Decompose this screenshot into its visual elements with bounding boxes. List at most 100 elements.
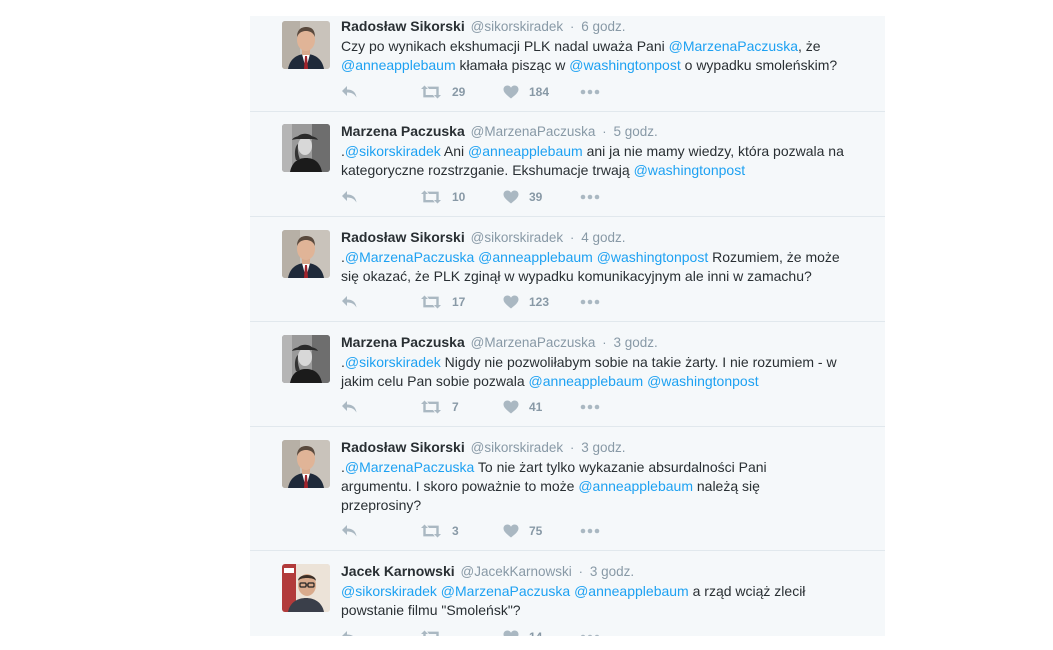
avatar-sikorski[interactable] (282, 440, 330, 488)
retweet-button[interactable] (420, 627, 452, 636)
more-button[interactable] (580, 82, 600, 102)
tweet[interactable]: Marzena Paczuska @MarzenaPaczuska · 3 go… (250, 322, 885, 427)
mention-link[interactable]: @anneapplebaum (468, 143, 583, 159)
mention-link[interactable]: @MarzenaPaczuska (345, 249, 474, 265)
retweet-button[interactable]: 10 (420, 187, 465, 207)
author-name[interactable]: Marzena Paczuska (341, 334, 465, 350)
avatar-paczuska[interactable] (282, 335, 330, 383)
like-button[interactable]: 123 (503, 292, 549, 312)
mention-link[interactable]: @anneapplebaum (529, 373, 644, 389)
avatar-karnowski[interactable] (282, 564, 330, 612)
mention-link[interactable]: @sikorskiradek (345, 143, 441, 159)
author-name[interactable]: Radosław Sikorski (341, 229, 465, 245)
tweet-time[interactable]: 4 godz. (581, 230, 625, 245)
mention-link[interactable]: @anneapplebaum (574, 583, 689, 599)
more-button[interactable] (580, 187, 600, 207)
mention-link[interactable]: @anneapplebaum (341, 57, 456, 73)
tweet-text: .@sikorskiradek Ani @anneapplebaum ani j… (341, 142, 861, 180)
tweet-time[interactable]: 3 godz. (590, 564, 634, 579)
more-dots-icon (580, 404, 600, 410)
tweet-header: Radosław Sikorski @sikorskiradek · 3 god… (341, 439, 626, 455)
more-button[interactable] (580, 521, 600, 541)
separator-dot: · (578, 564, 583, 579)
author-handle[interactable]: @MarzenaPaczuska (471, 124, 596, 139)
avatar-sikorski[interactable] (282, 21, 330, 69)
author-name[interactable]: Marzena Paczuska (341, 123, 465, 139)
tweet-actions: 10 39 (341, 187, 641, 207)
author-handle[interactable]: @sikorskiradek (471, 19, 563, 34)
retweet-button[interactable]: 3 (420, 521, 459, 541)
tweet-time[interactable]: 3 godz. (581, 440, 625, 455)
tweet[interactable]: Jacek Karnowski @JacekKarnowski · 3 godz… (250, 551, 885, 636)
tweet-text: @sikorskiradek @MarzenaPaczuska @anneapp… (341, 582, 821, 620)
tweet-time[interactable]: 3 godz. (614, 335, 658, 350)
author-handle[interactable]: @MarzenaPaczuska (471, 335, 596, 350)
retweet-button[interactable]: 17 (420, 292, 465, 312)
retweet-button[interactable]: 29 (420, 82, 465, 102)
reply-button[interactable] (341, 521, 358, 541)
like-button[interactable]: 184 (503, 82, 549, 102)
reply-icon (341, 524, 358, 538)
reply-button[interactable] (341, 397, 358, 417)
retweet-count: 10 (452, 190, 466, 204)
tweet-actions: 17 123 (341, 292, 641, 312)
mention-link[interactable]: @washingtonpost (597, 249, 709, 265)
reply-button[interactable] (341, 292, 358, 312)
tweet[interactable]: Radosław Sikorski @sikorskiradek · 4 god… (250, 217, 885, 322)
reply-button[interactable] (341, 82, 358, 102)
reply-icon (341, 85, 358, 99)
mention-link[interactable]: @sikorskiradek (341, 583, 437, 599)
author-handle[interactable]: @JacekKarnowski (461, 564, 572, 579)
mention-link[interactable]: @MarzenaPaczuska (669, 38, 798, 54)
like-button[interactable]: 41 (503, 397, 542, 417)
tweet[interactable]: Radosław Sikorski @sikorskiradek · 6 god… (250, 16, 885, 112)
reply-button[interactable] (341, 627, 358, 636)
more-dots-icon (580, 89, 600, 95)
author-handle[interactable]: @sikorskiradek (471, 440, 563, 455)
mention-link[interactable]: @washingtonpost (647, 373, 759, 389)
separator-dot: · (569, 230, 575, 245)
tweet-text-segment: o wypadku smoleńskim? (680, 57, 838, 73)
like-count: 14 (529, 630, 542, 636)
mention-link[interactable]: @sikorskiradek (345, 354, 441, 370)
retweet-icon (420, 630, 442, 636)
avatar-paczuska[interactable] (282, 124, 330, 172)
author-handle[interactable]: @sikorskiradek (471, 230, 563, 245)
tweet-actions: 7 41 (341, 397, 641, 417)
tweet-time[interactable]: 6 godz. (581, 19, 625, 34)
tweet-text: .@sikorskiradek Nigdy nie pozwoliłabym s… (341, 353, 861, 391)
mention-link[interactable]: @MarzenaPaczuska (441, 583, 570, 599)
tweet-header: Radosław Sikorski @sikorskiradek · 6 god… (341, 18, 626, 34)
reply-icon (341, 190, 358, 204)
like-button[interactable]: 39 (503, 187, 542, 207)
author-name[interactable]: Jacek Karnowski (341, 563, 455, 579)
tweet-time[interactable]: 5 godz. (614, 124, 658, 139)
separator-dot: · (569, 19, 575, 34)
more-button[interactable] (580, 627, 600, 636)
mention-link[interactable]: @anneapplebaum (578, 478, 693, 494)
tweet-header: Jacek Karnowski @JacekKarnowski · 3 godz… (341, 563, 634, 579)
author-name[interactable]: Radosław Sikorski (341, 18, 465, 34)
like-button[interactable]: 14 (503, 627, 542, 636)
author-name[interactable]: Radosław Sikorski (341, 439, 465, 455)
like-button[interactable]: 75 (503, 521, 542, 541)
tweet-text-segment: Czy po wynikach ekshumacji PLK nadal uwa… (341, 38, 669, 54)
tweet-text-segment: kłamała pisząc w (455, 57, 570, 73)
reply-button[interactable] (341, 187, 358, 207)
mention-link[interactable]: @washingtonpost (634, 162, 746, 178)
retweet-button[interactable]: 7 (420, 397, 459, 417)
like-count: 123 (529, 295, 550, 309)
retweet-icon (420, 524, 442, 538)
tweet[interactable]: Marzena Paczuska @MarzenaPaczuska · 5 go… (250, 112, 885, 217)
mention-link[interactable]: @MarzenaPaczuska (345, 459, 474, 475)
retweet-icon (420, 85, 442, 99)
mention-link[interactable]: @washingtonpost (569, 57, 681, 73)
reply-icon (341, 400, 358, 414)
mention-link[interactable]: @anneapplebaum (478, 249, 593, 265)
more-button[interactable] (580, 397, 600, 417)
tweet[interactable]: Radosław Sikorski @sikorskiradek · 3 god… (250, 427, 885, 551)
avatar-sikorski[interactable] (282, 230, 330, 278)
heart-icon (503, 524, 519, 538)
tweet-actions: 14 (341, 627, 641, 636)
more-button[interactable] (580, 292, 600, 312)
